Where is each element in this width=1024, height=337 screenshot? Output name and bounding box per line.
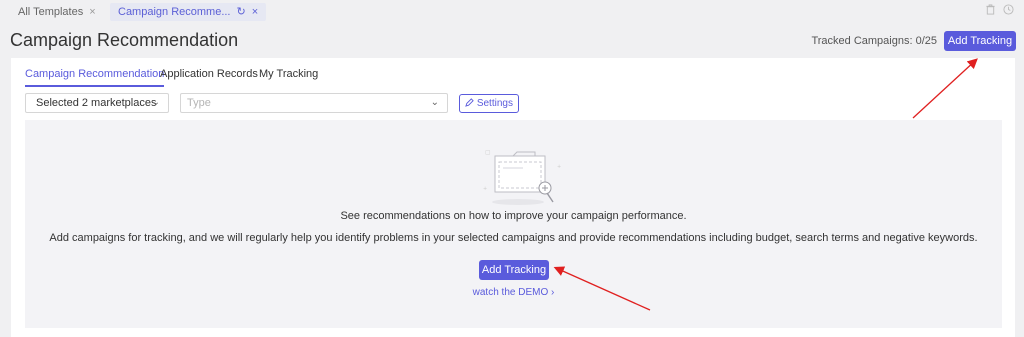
subtab-campaign-recommendation[interactable]: Campaign Recommendation — [25, 68, 165, 87]
close-icon[interactable]: × — [252, 6, 258, 18]
page-title: Campaign Recommendation — [10, 30, 239, 50]
marketplaces-value: Selected 2 marketplaces — [36, 97, 157, 109]
tab-campaign-recommendation[interactable]: Campaign Recomme... ↻ × — [110, 3, 267, 21]
empty-description: Add campaigns for tracking, and we will … — [49, 232, 978, 244]
folder-illustration: ▢ + + — [483, 149, 561, 205]
watch-demo-link[interactable]: watch the DEMO › — [25, 287, 1002, 298]
chevron-down-icon: ⌄ — [430, 97, 439, 108]
edit-icon — [465, 98, 474, 107]
tab-label: All Templates — [18, 6, 84, 18]
marketplaces-select[interactable]: Selected 2 marketplaces ⌄ — [25, 93, 169, 113]
trash-icon[interactable] — [985, 4, 999, 18]
settings-button[interactable]: Settings — [459, 94, 519, 113]
svg-text:+: + — [483, 186, 487, 192]
clock-icon[interactable] — [1003, 4, 1014, 18]
page-header: Campaign Recommendation Tracked Campaign… — [0, 24, 1024, 58]
tab-all-templates[interactable]: All Templates × — [10, 3, 104, 21]
subtab-application-records[interactable]: Application Records — [160, 68, 258, 80]
add-tracking-button-top[interactable]: Add Tracking — [944, 31, 1016, 51]
subtab-my-tracking[interactable]: My Tracking — [259, 68, 318, 80]
svg-text:+: + — [557, 164, 561, 170]
close-icon[interactable]: × — [89, 6, 95, 18]
tab-bar: All Templates × Campaign Recomme... ↻ × — [0, 0, 1024, 24]
main-panel: Campaign Recommendation Application Reco… — [11, 58, 1015, 337]
svg-text:▢: ▢ — [485, 149, 491, 156]
tab-label: Campaign Recomme... — [118, 6, 231, 18]
chevron-down-icon: ⌄ — [151, 97, 160, 108]
tracked-campaigns-count: Tracked Campaigns: 0/25 — [811, 35, 937, 47]
settings-label: Settings — [476, 98, 513, 109]
add-tracking-button[interactable]: Add Tracking — [479, 260, 549, 280]
empty-state: ▢ + + See recommendations on how to impr… — [25, 120, 1002, 328]
top-icons — [981, 4, 1014, 18]
refresh-icon[interactable]: ↻ — [237, 6, 246, 18]
type-select[interactable]: Type ⌄ — [180, 93, 448, 113]
type-placeholder: Type — [187, 97, 211, 109]
empty-title: See recommendations on how to improve yo… — [340, 210, 687, 222]
